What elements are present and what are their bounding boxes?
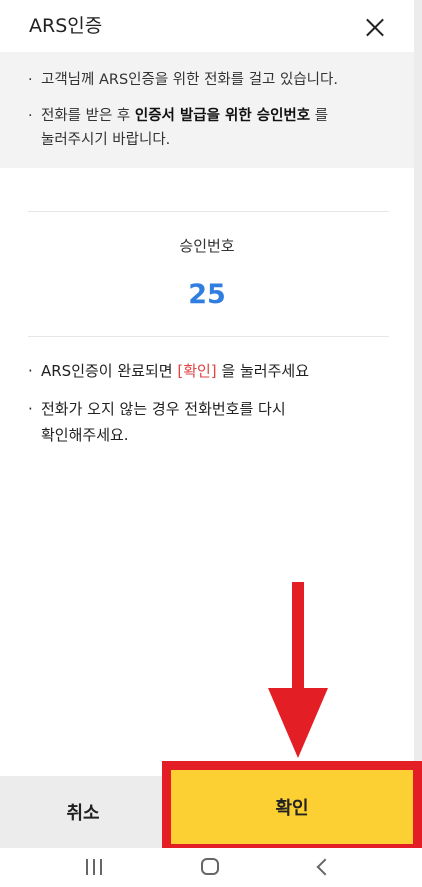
notice-line-1: · 고객님께 ARS인증을 위한 전화를 걸고 있습니다.	[28, 72, 338, 88]
bullet-icon: ·	[28, 72, 33, 88]
notice-line-2: · 전화를 받은 후 인증서 발급을 위한 승인번호 를	[28, 108, 329, 124]
info-line-2: · 전화가 오지 않는 경우 전화번호를 다시	[28, 400, 286, 418]
approval-number: 25	[188, 279, 226, 310]
confirm-reference: [확인]	[177, 362, 217, 380]
confirm-button[interactable]: 확인	[171, 770, 413, 844]
notice-line-3: 눌러주시기 바랍니다.	[41, 132, 171, 148]
bullet-icon: ·	[28, 400, 33, 418]
annotation-arrow-shaft	[292, 582, 304, 690]
recents-icon[interactable]	[86, 859, 104, 875]
notice-emphasis: 인증서 발급을 위한 승인번호	[134, 108, 311, 124]
back-icon[interactable]	[316, 858, 334, 876]
bullet-icon: ·	[28, 362, 33, 380]
dialog-header: ARS인증	[0, 0, 414, 52]
cancel-button[interactable]: 취소	[0, 776, 166, 848]
dialog-title: ARS인증	[29, 15, 103, 37]
approval-label: 승인번호	[179, 237, 235, 255]
close-icon[interactable]	[358, 10, 392, 44]
divider-bottom	[28, 336, 389, 337]
right-edge-strip	[414, 0, 422, 776]
home-icon[interactable]	[201, 858, 219, 875]
button-bar: 취소 확인	[0, 761, 422, 853]
confirm-highlight-frame: 확인	[162, 761, 422, 853]
info-line-1: · ARS인증이 완료되면 [확인] 을 눌러주세요	[28, 362, 309, 380]
ars-auth-dialog: ARS인증 · 고객님께 ARS인증을 위한 전화를 걸고 있습니다. · 전화를 …	[0, 0, 422, 887]
notice-box: · 고객님께 ARS인증을 위한 전화를 걸고 있습니다. · 전화를 받은 후 인…	[0, 52, 414, 168]
bullet-icon: ·	[28, 108, 33, 124]
divider-top	[28, 211, 389, 212]
annotation-arrow-head	[268, 688, 328, 758]
info-line-3: 확인해주세요.	[41, 426, 129, 444]
android-nav-bar	[0, 848, 422, 887]
